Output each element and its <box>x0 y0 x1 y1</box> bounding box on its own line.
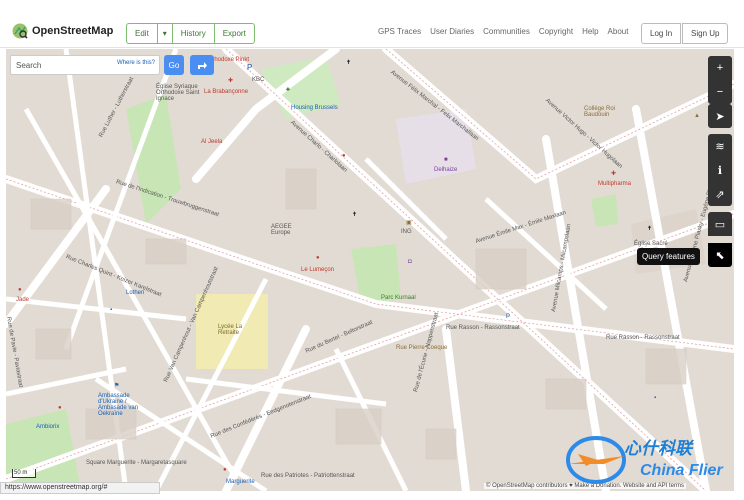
restaurant-icon[interactable]: ● <box>316 255 320 261</box>
nav-about[interactable]: About <box>608 27 629 36</box>
map-canvas[interactable]: Orthodoxe Pinkt KBC Église Syriaque Orth… <box>6 49 734 491</box>
bus-stop-icon[interactable]: ▪ <box>110 307 112 313</box>
church-icon[interactable]: ✝ <box>352 211 357 218</box>
top-nav: GPS Traces User Diaries Communities Copy… <box>378 27 628 36</box>
map-label-rasson: Rue Rasson - Rassonstraat <box>446 325 520 331</box>
map-label-jade: Jade <box>16 297 30 303</box>
add-note-button[interactable]: ▭ <box>708 212 732 236</box>
edit-button-group: Edit ▾ History Export <box>126 23 255 44</box>
map-label-rasson-2: Rue Rasson - Rassonstraat <box>606 335 680 341</box>
map-label-housing: Housing Brussels <box>291 105 338 111</box>
map-label-lycee: Lycée La Retraite <box>218 324 243 336</box>
map-label-parc: Parc Kurnaal <box>381 295 416 301</box>
map-label-eglise-sacre: Église Sacré <box>634 241 668 247</box>
minus-icon: − <box>716 86 724 98</box>
map-label-square-marguerite: Square Marguerite - Margaretasquare <box>86 460 187 466</box>
top-header: OpenStreetMap Edit ▾ History Export GPS … <box>0 0 744 48</box>
search-bar: Search Where is this? Go <box>10 54 216 76</box>
share-icon: ⇗ <box>715 188 725 201</box>
chevron-down-icon: ▾ <box>162 29 167 38</box>
note-icon: ▭ <box>714 218 726 231</box>
layers-icon: ≋ <box>715 140 725 153</box>
search-placeholder: Search <box>16 61 42 70</box>
query-features-tooltip: Query features <box>637 248 700 265</box>
watermark-text: 心什科联 <box>624 439 692 458</box>
map-label-alpeal: Al Jeela <box>201 139 223 145</box>
signup-button[interactable]: Sign Up <box>682 23 729 44</box>
shop-icon[interactable]: ■ <box>444 157 448 163</box>
nav-help[interactable]: Help <box>582 27 598 36</box>
bank-icon[interactable]: ▣ <box>406 219 412 226</box>
edit-dropdown-button[interactable]: ▾ <box>156 23 173 44</box>
locate-arrow-icon: ➤ <box>715 110 725 123</box>
edit-button[interactable]: Edit <box>126 23 158 44</box>
map-label-egee: AEGEE Europe <box>271 224 292 236</box>
info-icon: ℹ <box>717 164 723 177</box>
nav-copyright[interactable]: Copyright <box>539 27 573 36</box>
map-label-delhaize: Delhaize <box>434 167 458 173</box>
map-label-ambassade: Ambassade d'Ukraine / Ambasade van Oekra… <box>98 393 139 417</box>
zoom-in-button[interactable]: + <box>708 56 732 80</box>
scale-bar: 50 m <box>12 469 36 478</box>
restaurant-icon[interactable]: ● <box>223 467 227 473</box>
map-label-college: Collège Roi Baudouin <box>584 106 616 118</box>
share-button[interactable]: ⇗ <box>708 182 732 206</box>
login-button[interactable]: Log In <box>641 23 682 44</box>
query-cursor-icon: ⬉ <box>715 249 725 262</box>
geolocate-button[interactable]: ➤ <box>708 104 732 128</box>
search-go-button[interactable]: Go <box>164 55 184 75</box>
map-label-marguerite: Marguerite <box>226 479 255 485</box>
restaurant-icon[interactable]: ● <box>18 287 22 293</box>
osm-logo-icon <box>12 23 28 39</box>
map-label-ing: ING <box>401 229 412 235</box>
directions-icon <box>198 62 207 69</box>
nav-user-diaries[interactable]: User Diaries <box>430 27 474 36</box>
map-label-lumeyon: Le Lumeçon <box>301 267 335 273</box>
directions-button[interactable] <box>190 55 214 75</box>
map-label-pierre: Rue Pierre Coeque <box>396 345 448 351</box>
map-label-ambiorix: Ambiorix <box>36 424 60 430</box>
pharmacy-icon[interactable]: ✚ <box>611 170 616 177</box>
map-label-patriotes: Rue des Patriotes - Patriottenstraat <box>261 473 355 479</box>
church-icon[interactable]: ✝ <box>647 225 652 232</box>
school-icon[interactable]: ▲ <box>694 113 700 119</box>
search-input[interactable]: Search Where is this? <box>10 55 160 75</box>
nav-communities[interactable]: Communities <box>483 27 530 36</box>
church-icon[interactable]: ✝ <box>346 59 351 66</box>
logo-text: OpenStreetMap <box>32 25 114 37</box>
map-label-multipharma: Multipharma <box>598 181 632 187</box>
fast-food-icon[interactable]: ● <box>342 153 346 159</box>
zoom-out-button[interactable]: − <box>708 80 732 104</box>
site-logo[interactable]: OpenStreetMap <box>12 23 113 39</box>
embassy-flag-icon[interactable]: ⚑ <box>114 382 119 389</box>
tree-icon[interactable]: ♣ <box>286 87 290 93</box>
nav-gps-traces[interactable]: GPS Traces <box>378 27 421 36</box>
map-label-lothen: Lothen <box>126 290 145 296</box>
export-button[interactable]: Export <box>213 23 255 44</box>
pharmacy-icon[interactable]: ✚ <box>228 77 233 84</box>
bus-stop-icon[interactable]: ▪ <box>654 395 656 401</box>
parking-icon[interactable]: P <box>506 314 510 320</box>
restaurant-icon[interactable]: ● <box>58 405 62 411</box>
playground-icon[interactable]: ◘ <box>408 259 412 265</box>
watermark-text-2: China Flier <box>640 462 723 479</box>
where-is-this-link[interactable]: Where is this? <box>117 60 155 66</box>
query-features-button[interactable]: ⬉ <box>708 243 732 267</box>
status-url-bar: https://www.openstreetmap.org/# <box>0 482 160 494</box>
map-label-brabanconne: La Brabançonne <box>204 89 249 95</box>
parking-icon[interactable]: P <box>247 63 252 72</box>
map-key-button[interactable]: ℹ <box>708 158 732 182</box>
history-button[interactable]: History <box>171 23 215 44</box>
layers-button[interactable]: ≋ <box>708 134 732 158</box>
map-label-kbc: KBC <box>252 77 265 83</box>
plus-icon: + <box>716 62 724 74</box>
